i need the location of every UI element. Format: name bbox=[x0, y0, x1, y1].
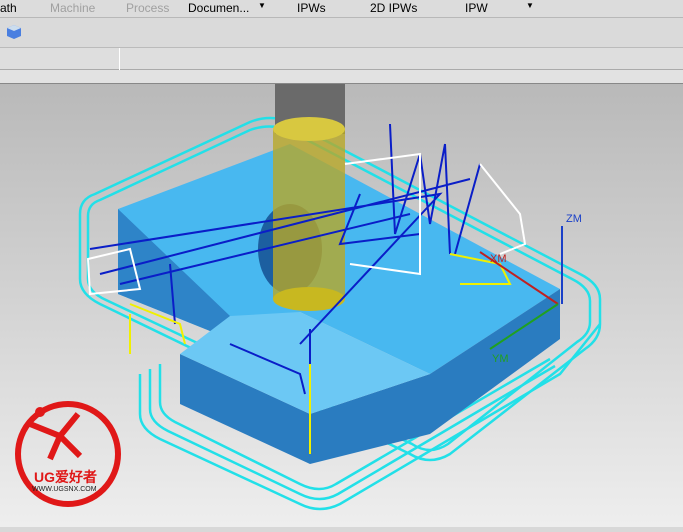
toolbar-2d-ipws[interactable]: 2D IPWs bbox=[370, 1, 417, 15]
chevron-down-icon[interactable]: ▼ bbox=[526, 1, 534, 10]
cube-view-icon[interactable] bbox=[6, 24, 22, 40]
chevron-down-icon[interactable]: ▼ bbox=[258, 1, 266, 10]
toolbar-machine[interactable]: Machine bbox=[50, 1, 95, 15]
toolbar-ipw[interactable]: IPW bbox=[465, 1, 488, 15]
ug-logo: UG爱好者 WWW.UGSNX.COM bbox=[15, 401, 121, 507]
status-bar bbox=[0, 48, 683, 70]
axis-label-z: ZM bbox=[566, 213, 582, 225]
secondary-toolbar bbox=[0, 18, 683, 48]
toolbar-ipws[interactable]: IPWs bbox=[297, 1, 326, 15]
logo-brand: UG爱好者 bbox=[34, 469, 97, 485]
toolbar-path[interactable]: ath bbox=[0, 1, 17, 15]
cam-scene: ZM XM YM UG爱好者 WWW.UGSNX.COM bbox=[15, 84, 602, 511]
axis-label-y: YM bbox=[492, 353, 509, 365]
main-toolbar: ath Machine Process Documen... ▼ IPWs 2D… bbox=[0, 0, 683, 18]
divider bbox=[0, 70, 683, 84]
graphics-viewport[interactable]: ZM XM YM UG爱好者 WWW.UGSNX.COM bbox=[0, 84, 683, 527]
toolbar-process[interactable]: Process bbox=[126, 1, 169, 15]
axis-label-x: XM bbox=[490, 253, 507, 265]
toolbar-document-dropdown[interactable]: Documen... bbox=[188, 1, 249, 15]
logo-url: WWW.UGSNX.COM bbox=[32, 486, 97, 493]
